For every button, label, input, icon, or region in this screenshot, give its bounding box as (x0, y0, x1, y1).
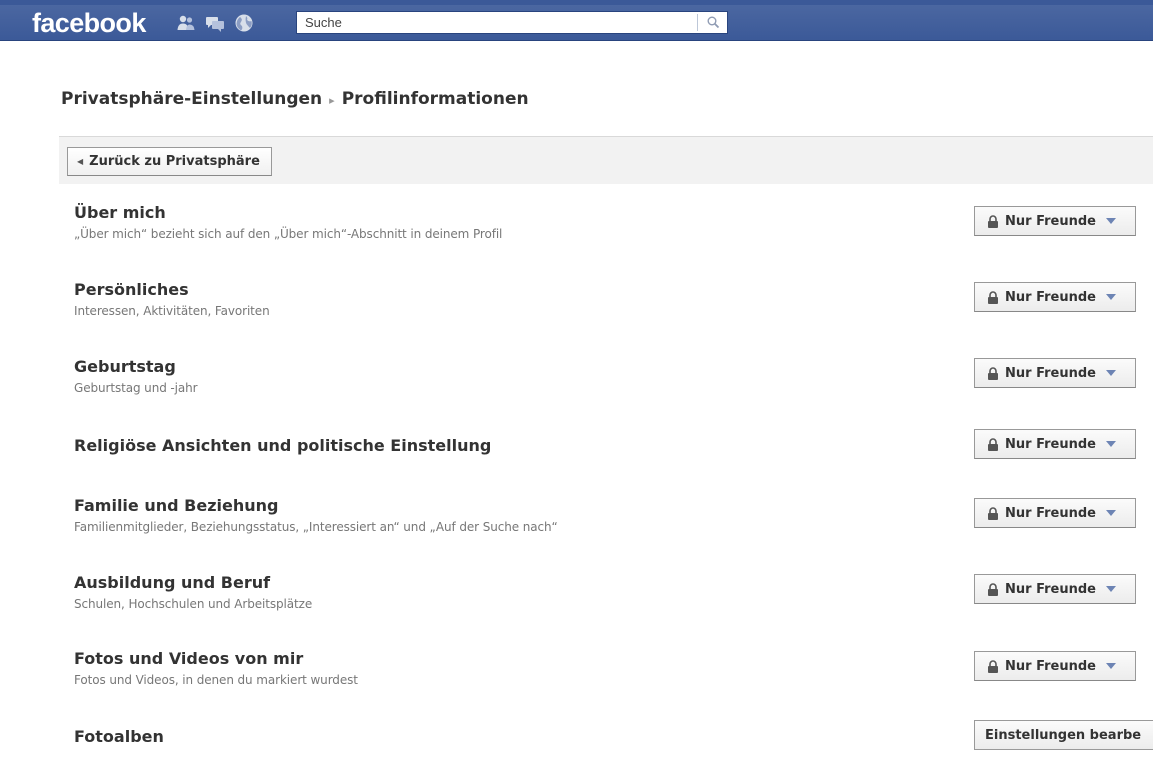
chevron-down-icon (1105, 441, 1116, 447)
privacy-label: Nur Freunde (1005, 658, 1096, 674)
breadcrumb-separator: ▸ (329, 93, 335, 107)
privacy-label: Nur Freunde (1005, 289, 1096, 305)
edit-settings-label: Einstellungen bearbe (985, 727, 1142, 743)
privacy-dropdown-birthday[interactable]: Nur Freunde (974, 358, 1136, 388)
search-box (296, 11, 728, 34)
chevron-down-icon (1105, 294, 1116, 300)
chevron-down-icon (1105, 510, 1116, 516)
back-to-privacy-button[interactable]: ◀ Zurück zu Privatsphäre (67, 147, 272, 176)
privacy-dropdown-about-me[interactable]: Nur Freunde (974, 206, 1136, 236)
search-icon (707, 16, 719, 29)
lock-icon (988, 437, 998, 451)
search-input[interactable] (297, 12, 697, 33)
friend-requests-icon[interactable] (176, 13, 196, 33)
privacy-label: Nur Freunde (1005, 213, 1096, 229)
lock-icon (988, 214, 998, 228)
search-button[interactable] (698, 12, 728, 33)
messages-icon[interactable] (205, 13, 225, 33)
privacy-dropdown-religious-political[interactable]: Nur Freunde (974, 429, 1136, 459)
jewel-icons (176, 12, 254, 34)
privacy-label: Nur Freunde (1005, 436, 1096, 452)
back-arrow-icon: ◀ (77, 157, 84, 166)
privacy-label: Nur Freunde (1005, 505, 1096, 521)
privacy-label: Nur Freunde (1005, 365, 1096, 381)
lock-icon (988, 290, 998, 304)
breadcrumb-parent-link[interactable]: Privatsphäre-Einstellungen (61, 89, 322, 109)
top-bar-border (0, 40, 1153, 41)
privacy-dropdown-photos-videos-of-me[interactable]: Nur Freunde (974, 651, 1136, 681)
lock-icon (988, 659, 998, 673)
notifications-globe-icon[interactable] (234, 13, 254, 33)
privacy-dropdown-personal[interactable]: Nur Freunde (974, 282, 1136, 312)
lock-icon (988, 506, 998, 520)
back-button-label: Zurück zu Privatsphäre (89, 154, 260, 169)
chevron-down-icon (1105, 586, 1116, 592)
breadcrumb: Privatsphäre-Einstellungen ▸ Profilinfor… (61, 89, 529, 109)
lock-icon (988, 366, 998, 380)
chevron-down-icon (1105, 370, 1116, 376)
chevron-down-icon (1105, 663, 1116, 669)
chevron-down-icon (1105, 218, 1116, 224)
breadcrumb-current: Profilinformationen (341, 89, 529, 109)
lock-icon (988, 582, 998, 596)
privacy-dropdown-family-relationship[interactable]: Nur Freunde (974, 498, 1136, 528)
facebook-logo[interactable]: facebook (32, 8, 146, 39)
privacy-dropdown-education-work[interactable]: Nur Freunde (974, 574, 1136, 604)
back-bar: ◀ Zurück zu Privatsphäre (59, 136, 1153, 184)
privacy-label: Nur Freunde (1005, 581, 1096, 597)
edit-settings-button[interactable]: Einstellungen bearbe (974, 720, 1153, 750)
top-bar: facebook (0, 0, 1153, 41)
